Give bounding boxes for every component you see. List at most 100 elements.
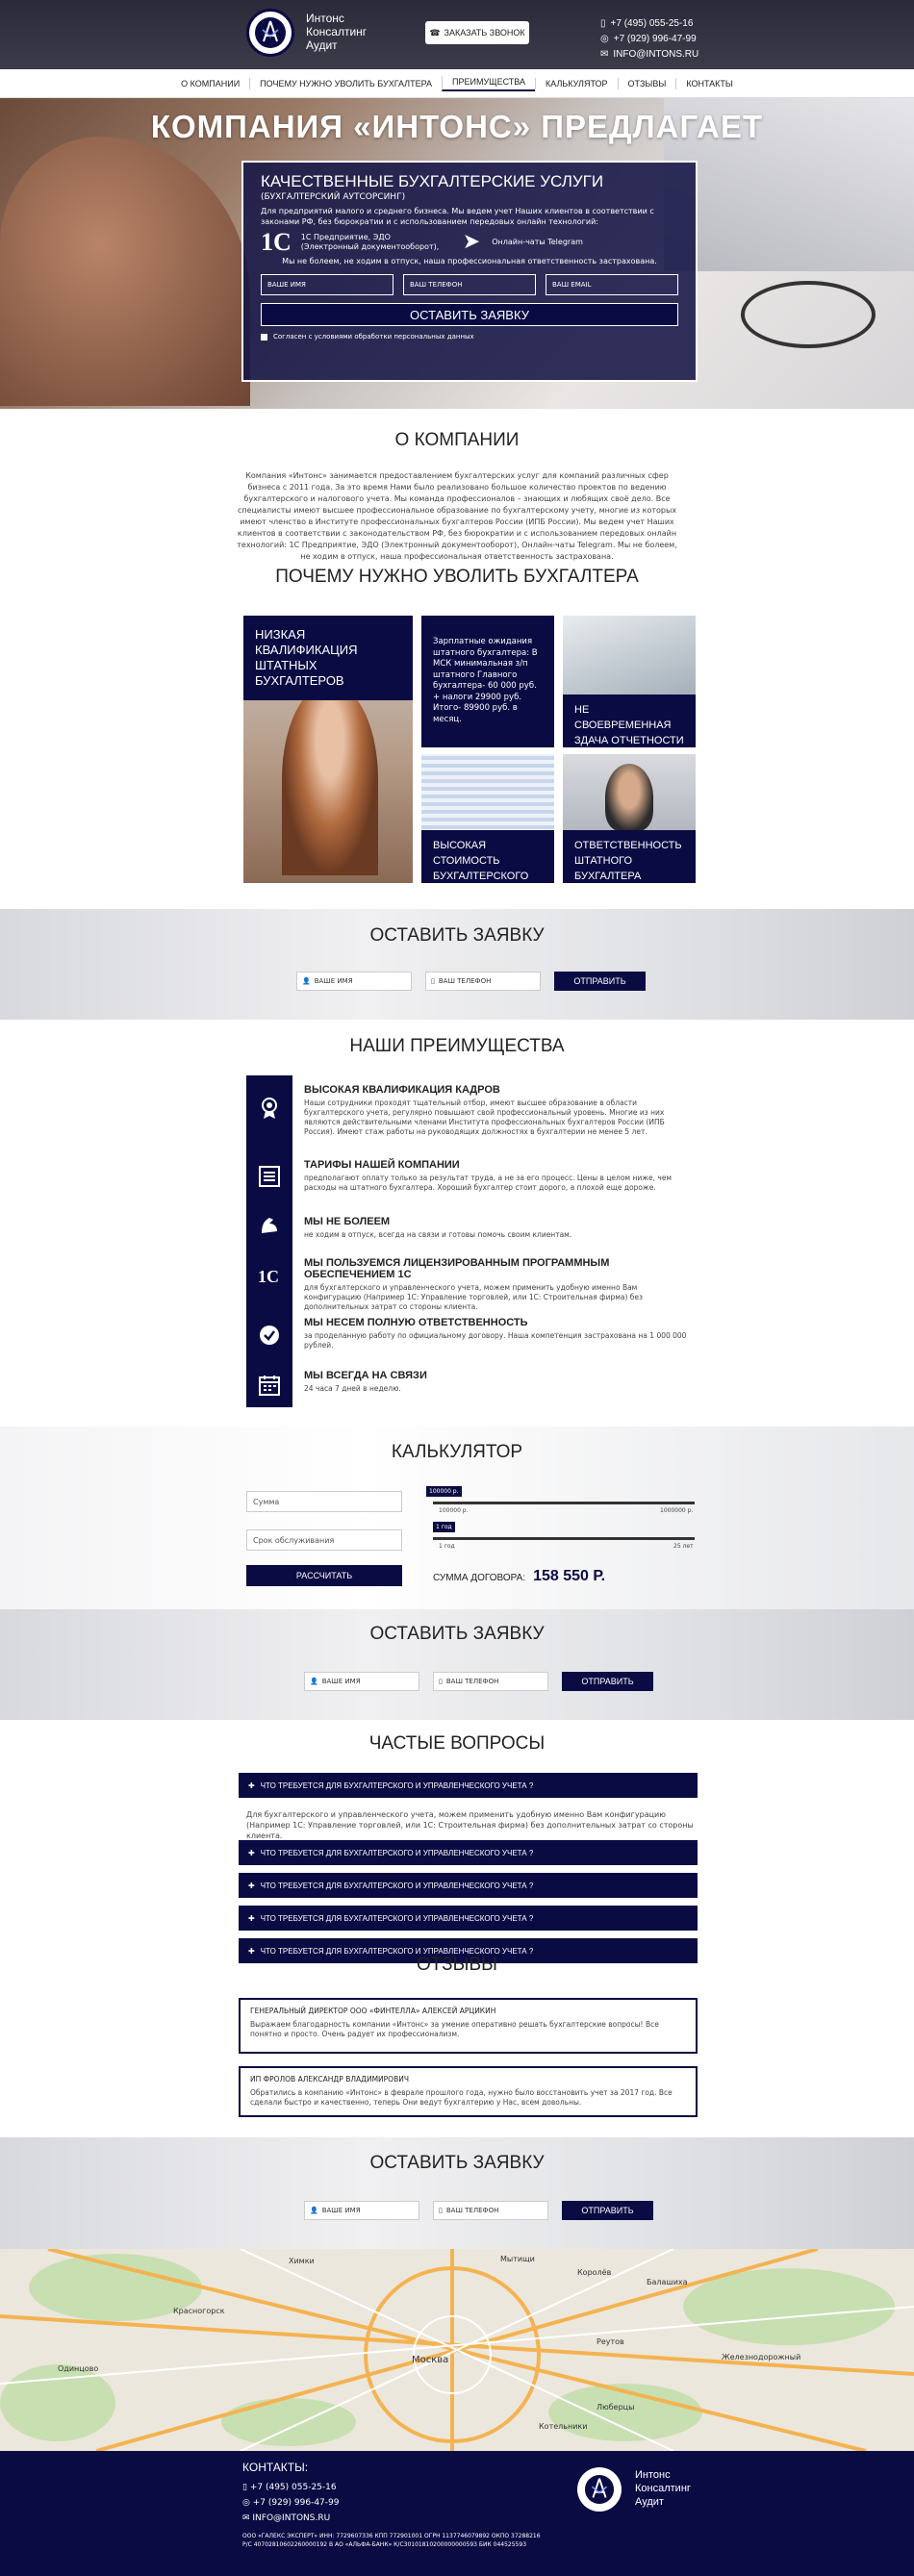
- hero-hand-image: [0, 137, 250, 406]
- why-tile-5-label: Ответственность штатного бухгалтера: [563, 830, 696, 883]
- advantage-text: Наши сотрудники проходят тщательный отбо…: [304, 1099, 665, 1136]
- map-label: Королёв: [577, 2268, 612, 2277]
- faq-question-4[interactable]: ✚ Что требуется для бухгалтерского и упра…: [239, 1906, 698, 1931]
- call-request-button[interactable]: ☎ Заказать звонок: [425, 21, 529, 44]
- phone-icon: ▯: [439, 1678, 443, 1685]
- faq-question-1[interactable]: ✚ Что требуется для бухгалтерского и упра…: [239, 1773, 698, 1798]
- header-email[interactable]: ✉ INFO@INTONS.RU: [600, 47, 698, 63]
- hero-submit-button[interactable]: Оставить заявку: [261, 303, 678, 326]
- hero-name-input[interactable]: Ваше имя: [261, 274, 394, 295]
- request-1-name-input[interactable]: 👤 Ваше имя: [296, 972, 412, 991]
- advantages-icon-bar: [246, 1075, 292, 1407]
- plus-icon: ✚: [248, 1913, 255, 1923]
- why-tile-qualification: Низкая квалификация штатных бухгалтеров: [243, 616, 413, 883]
- footer-email[interactable]: ✉ INFO@INTONS.RU: [242, 2511, 340, 2526]
- hero-agree: Согласен с условиями обработки персональ…: [261, 333, 678, 341]
- calc-total-label: Сумма договора:: [433, 1573, 526, 1583]
- slider-sum-value: 100000 р.: [426, 1486, 462, 1497]
- advantage-text: для бухгалтерского и управленческого уче…: [304, 1283, 644, 1311]
- faq-question-text: Что требуется для бухгалтерского и управ…: [260, 1780, 534, 1790]
- why-tile-salary: Зарплатные ожидания штатного бухгалтера:…: [421, 616, 554, 747]
- advantage-title: Мы несем полную ответственность: [304, 1317, 528, 1328]
- calc-term-input[interactable]: Срок обслуживания: [246, 1529, 402, 1551]
- nav-item-about[interactable]: О компании: [171, 78, 249, 89]
- slider-sum-track[interactable]: [433, 1502, 695, 1504]
- hero-phone-input[interactable]: Ваш телефон: [403, 274, 536, 295]
- request-1-submit-button[interactable]: Отправить: [554, 972, 646, 991]
- compass-logo-icon: [255, 17, 286, 48]
- request-2-name-input[interactable]: 👤 Ваше имя: [304, 1672, 419, 1691]
- nav-item-why[interactable]: Почему нужно уволить бухгалтера: [249, 77, 442, 89]
- faq-question-3[interactable]: ✚ Что требуется для бухгалтерского и упра…: [239, 1873, 698, 1898]
- request-3-phone-input[interactable]: ▯ Ваш телефон: [433, 2201, 548, 2220]
- review-text: Выражаем благодарность компании «Интонс»…: [250, 2020, 659, 2038]
- slider-term-track[interactable]: [433, 1537, 695, 1540]
- nav-item-advantages[interactable]: Преимущества: [442, 75, 536, 91]
- advantage-text: предполагают оплату только за результат …: [304, 1174, 673, 1192]
- footer-requisites-line-2: Р/С 40702810602260000192 В АО «АЛЬФА-БАН…: [242, 2541, 527, 2548]
- company-logo[interactable]: [246, 9, 294, 57]
- hero-features: 1С 1С Предприятие, ЭДО (Электронный доку…: [261, 230, 678, 255]
- phone-1-text: +7 (495) 055-25-16: [610, 18, 694, 29]
- about-text: Компания «Интонс» занимается предоставле…: [237, 471, 677, 561]
- phone-icon: ▯: [431, 977, 435, 985]
- faq-question-2[interactable]: ✚ Что требуется для бухгалтерского и упра…: [239, 1840, 698, 1865]
- request-2-submit-button[interactable]: Отправить: [562, 1672, 653, 1691]
- calculator-title: Калькулятор: [391, 1442, 523, 1462]
- map-label: Балашиха: [647, 2278, 688, 2286]
- request-3-submit-button[interactable]: Отправить: [562, 2201, 653, 2220]
- slider-term-max: 25 лет: [673, 1543, 694, 1550]
- footer-phone-1[interactable]: ▯ +7 (495) 055-25-16: [242, 2480, 340, 2495]
- plus-icon: ✚: [248, 1780, 255, 1790]
- review-author: ИП Фролов Александр Владимирович: [250, 2075, 409, 2084]
- request-2-phone-input[interactable]: ▯ Ваш телефон: [433, 1672, 548, 1691]
- award-icon: [258, 1097, 281, 1120]
- location-map[interactable]: Москва Балашиха Реутов Люберцы Химки Мыт…: [0, 2249, 914, 2451]
- map-label: Котельники: [539, 2422, 588, 2431]
- request-3-phone-placeholder: Ваш телефон: [445, 2207, 499, 2214]
- footer-phone-2[interactable]: ◎ +7 (929) 996-47-99: [242, 2495, 340, 2511]
- faq-question-text: Что требуется для бухгалтерского и управ…: [260, 1913, 534, 1923]
- why-tile-3-label: Не своевременная здача отчетности: [563, 695, 696, 747]
- advantage-title: Мы не болеем: [304, 1216, 391, 1227]
- footer-brand-line-1: Интонс: [635, 2469, 671, 2481]
- header-phone-2[interactable]: ◎ +7 (929) 996-47-99: [600, 32, 698, 47]
- advantage-text: за проделанную работу по официальному до…: [304, 1331, 687, 1350]
- agree-checkbox[interactable]: [261, 333, 267, 341]
- advantage-item: Высокая квалификация кадров Наши сотрудни…: [304, 1084, 689, 1137]
- map-label: Железнодорожный: [722, 2353, 801, 2361]
- advantage-item: Мы не болеем не ходим в отпуск, всегда на…: [304, 1216, 689, 1240]
- request-2-title: Оставить заявку: [369, 1624, 545, 1644]
- calc-total: Сумма договора: 158 550 Р.: [433, 1568, 605, 1585]
- mobile-icon: ▯: [600, 18, 606, 29]
- woman-photo: [282, 683, 378, 875]
- header-phone-1[interactable]: ▯ +7 (495) 055-25-16: [600, 16, 698, 32]
- footer-logo[interactable]: [577, 2467, 622, 2512]
- request-3-name-placeholder: Ваше имя: [321, 2207, 361, 2214]
- review-card: Генеральный директор ООО «Финтелла» Алек…: [239, 1998, 698, 2054]
- request-2-form: 👤 Ваше имя ▯ Ваш телефон Отправить: [304, 1672, 653, 1691]
- calc-sum-input[interactable]: Сумма: [246, 1491, 402, 1512]
- request-1-title: Оставить заявку: [369, 925, 545, 946]
- calendar-icon: [258, 1374, 281, 1397]
- review-author: Генеральный директор ООО «Финтелла» Алек…: [250, 2007, 496, 2015]
- mobile-icon: ▯: [242, 2483, 250, 2492]
- request-3-form: 👤 Ваше имя ▯ Ваш телефон Отправить: [304, 2201, 653, 2220]
- hero-email-input[interactable]: Ваш email: [546, 274, 678, 295]
- nav-item-contacts[interactable]: Контакты: [675, 77, 743, 89]
- nav-item-calculator[interactable]: Калькулятор: [535, 77, 618, 89]
- reviews-title: Отзывы: [417, 1955, 497, 1975]
- calc-submit-button[interactable]: Рассчитать: [246, 1565, 402, 1586]
- shield-check-icon: [258, 1324, 281, 1347]
- phone-2-text: +7 (929) 996-47-99: [613, 34, 697, 44]
- footer-phone-2-text: +7 (929) 996-47-99: [252, 2498, 340, 2508]
- advantage-title: Высокая квалификация кадров: [304, 1084, 500, 1096]
- phone-icon: ☎: [429, 27, 441, 38]
- brand-line-3: Аудит: [306, 38, 338, 52]
- request-1-phone-input[interactable]: ▯ Ваш телефон: [425, 972, 541, 991]
- nav-item-reviews[interactable]: Отзывы: [617, 77, 676, 89]
- footer-brand: Интонс Консалтинг Аудит: [635, 2468, 691, 2509]
- request-3-name-input[interactable]: 👤 Ваше имя: [304, 2201, 419, 2220]
- map-label: Реутов: [597, 2337, 624, 2346]
- about-title: О компании: [394, 430, 520, 450]
